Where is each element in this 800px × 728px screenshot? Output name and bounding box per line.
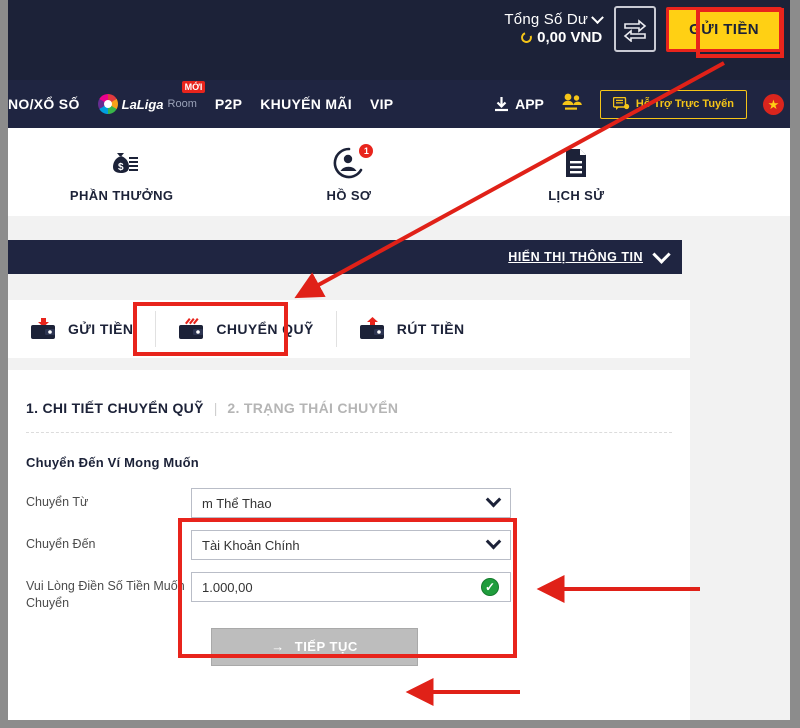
continue-row: → TIẾP TỤC bbox=[26, 627, 690, 666]
balance-amount-row: 0,00 VND bbox=[504, 29, 602, 47]
form-section-title: Chuyển Đến Ví Mong Muốn bbox=[26, 455, 199, 470]
wallet-transfer-icon bbox=[179, 318, 204, 339]
laliga-sub-label: Room bbox=[167, 98, 197, 110]
show-info-strip[interactable]: HIỂN THỊ THÔNG TIN bbox=[8, 240, 682, 274]
live-support-button[interactable]: Hỗ Trợ Trực Tuyến bbox=[599, 89, 747, 119]
quick-links-bar: $ PHẦN THƯỞNG 1 HỒ SƠ LỊCH SỬ bbox=[8, 128, 690, 216]
content-gap bbox=[8, 216, 690, 238]
form-row-transfer-from: Chuyển Từ m Thể Thao bbox=[26, 488, 690, 518]
nav-badge-new: MỚI bbox=[181, 81, 206, 93]
quicklink-profile-label: HỒ SƠ bbox=[326, 187, 372, 203]
page-edge-bottom bbox=[8, 720, 790, 728]
continue-button[interactable]: → TIẾP TỤC bbox=[211, 627, 418, 666]
laliga-logo-icon bbox=[97, 94, 118, 114]
deposit-button[interactable]: GỬI TIỀN bbox=[666, 6, 782, 52]
live-support-label: Hỗ Trợ Trực Tuyến bbox=[635, 98, 734, 110]
amount-label: Vui Lòng Điền Số Tiền Muốn Chuyển bbox=[26, 579, 185, 610]
tab-transfer-funds-label: CHUYỂN QUỸ bbox=[216, 321, 314, 337]
download-icon bbox=[495, 96, 509, 111]
quicklink-profile[interactable]: 1 HỒ SƠ bbox=[235, 142, 462, 203]
wallet-withdraw-icon bbox=[359, 317, 384, 339]
form-row-amount: Vui Lòng Điền Số Tiền Muốn Chuyển 1.000,… bbox=[26, 572, 690, 612]
top-bar: Tổng Số Dư 0,00 VND GỬI TIỀN bbox=[8, 0, 790, 80]
form-rows: Chuyển Từ m Thể Thao Chuyển Đến Tài Khoả… bbox=[8, 488, 690, 666]
quicklink-profile-badge: 1 bbox=[359, 143, 374, 158]
users-group-icon bbox=[562, 93, 582, 110]
transfer-from-select[interactable]: m Thể Thao bbox=[191, 488, 511, 518]
tab-withdraw[interactable]: RÚT TIỀN bbox=[337, 300, 487, 358]
page-edge-left bbox=[0, 0, 8, 728]
step-1-label[interactable]: 1. CHI TIẾT CHUYỂN QUỸ bbox=[26, 400, 204, 416]
tab-deposit-label: GỬI TIỀN bbox=[68, 321, 134, 337]
document-history-icon bbox=[463, 142, 690, 180]
step-separator: | bbox=[213, 400, 218, 416]
chevron-down-icon[interactable] bbox=[591, 10, 605, 24]
laliga-label: LaLiga bbox=[121, 96, 164, 112]
transfer-to-select[interactable]: Tài Khoản Chính bbox=[191, 530, 511, 560]
show-info-label[interactable]: HIỂN THỊ THÔNG TIN bbox=[508, 250, 643, 264]
form-divider bbox=[26, 432, 672, 433]
wallet-deposit-icon bbox=[31, 318, 55, 339]
transfer-to-label: Chuyển Đến bbox=[26, 537, 96, 551]
nav-item-referral[interactable] bbox=[560, 92, 584, 117]
refresh-icon[interactable] bbox=[519, 30, 534, 46]
transfer-funds-button[interactable] bbox=[614, 6, 657, 52]
nav-item-app[interactable]: APP bbox=[493, 96, 544, 113]
quicklink-history[interactable]: LỊCH SỬ bbox=[463, 142, 690, 203]
main-nav-bar: NO/XỔ SỐ LaLiga Room MỚI P2P KHUYẾN MÃI … bbox=[8, 80, 790, 128]
user-profile-icon bbox=[235, 142, 462, 180]
language-flag-icon[interactable]: ★ bbox=[763, 93, 784, 115]
transfer-from-label: Chuyển Từ bbox=[26, 495, 89, 509]
nav-app-label: APP bbox=[515, 96, 544, 112]
nav-item-casino-lottery[interactable]: NO/XỔ SỐ bbox=[8, 96, 80, 112]
amount-field[interactable]: 1.000,00 ✓ bbox=[191, 572, 511, 602]
quicklinks-right-filler bbox=[690, 128, 790, 216]
nav-item-promotions[interactable]: KHUYẾN MÃI bbox=[260, 96, 352, 112]
nav-item-vip[interactable]: VIP bbox=[370, 96, 393, 112]
balance-label-row[interactable]: Tổng Số Dư bbox=[504, 10, 605, 29]
nav-item-laliga-room[interactable]: LaLiga Room MỚI bbox=[97, 81, 206, 114]
balance-amount: 0,00 VND bbox=[537, 29, 603, 46]
continue-button-label: TIẾP TỤC bbox=[294, 639, 358, 655]
form-steps: 1. CHI TIẾT CHUYỂN QUỸ | 2. TRẠNG THÁI C… bbox=[8, 370, 690, 416]
quicklink-rewards[interactable]: $ PHẦN THƯỞNG bbox=[8, 142, 235, 203]
valid-check-icon: ✓ bbox=[481, 578, 499, 596]
tab-transfer-funds[interactable]: CHUYỂN QUỸ bbox=[156, 300, 335, 358]
top-bar-right-group: Tổng Số Dư 0,00 VND GỬI TIỀN bbox=[504, 6, 782, 52]
chevron-down-icon[interactable] bbox=[652, 244, 671, 264]
step-2-label: 2. TRẠNG THÁI CHUYỂN bbox=[227, 400, 399, 416]
quicklink-rewards-label: PHẦN THƯỞNG bbox=[69, 187, 174, 203]
balance-block[interactable]: Tổng Số Dư 0,00 VND bbox=[504, 10, 605, 47]
arrow-right-icon: → bbox=[271, 639, 285, 655]
transfer-from-field[interactable]: m Thể Thao bbox=[191, 488, 511, 518]
tab-withdraw-label: RÚT TIỀN bbox=[396, 321, 465, 337]
svg-text:$: $ bbox=[118, 162, 124, 173]
transfer-arrows-icon bbox=[623, 19, 647, 42]
form-row-transfer-to: Chuyển Đến Tài Khoản Chính bbox=[26, 530, 690, 560]
transaction-tabs: GỬI TIỀN CHUYỂN QUỸ RÚT TIỀN bbox=[8, 300, 690, 358]
quicklink-history-label: LỊCH SỬ bbox=[548, 187, 605, 203]
page-edge-right bbox=[790, 0, 800, 728]
chat-support-icon bbox=[612, 96, 630, 110]
nav-item-p2p[interactable]: P2P bbox=[215, 96, 242, 112]
money-bag-icon: $ bbox=[8, 142, 235, 180]
tab-deposit[interactable]: GỬI TIỀN bbox=[8, 300, 155, 358]
amount-input[interactable]: 1.000,00 bbox=[191, 572, 511, 602]
transfer-to-field[interactable]: Tài Khoản Chính bbox=[191, 530, 511, 560]
transfer-form-panel: 1. CHI TIẾT CHUYỂN QUỸ | 2. TRẠNG THÁI C… bbox=[8, 370, 690, 718]
app-root: Tổng Số Dư 0,00 VND GỬI TIỀN NO/XỔ SỐ La… bbox=[0, 0, 800, 728]
balance-label: Tổng Số Dư bbox=[504, 11, 589, 29]
nav-right-group: APP Hỗ Trợ Trực Tuyến ★ bbox=[493, 89, 790, 119]
nav-left-group: NO/XỔ SỐ LaLiga Room MỚI P2P KHUYẾN MÃI … bbox=[8, 81, 393, 114]
